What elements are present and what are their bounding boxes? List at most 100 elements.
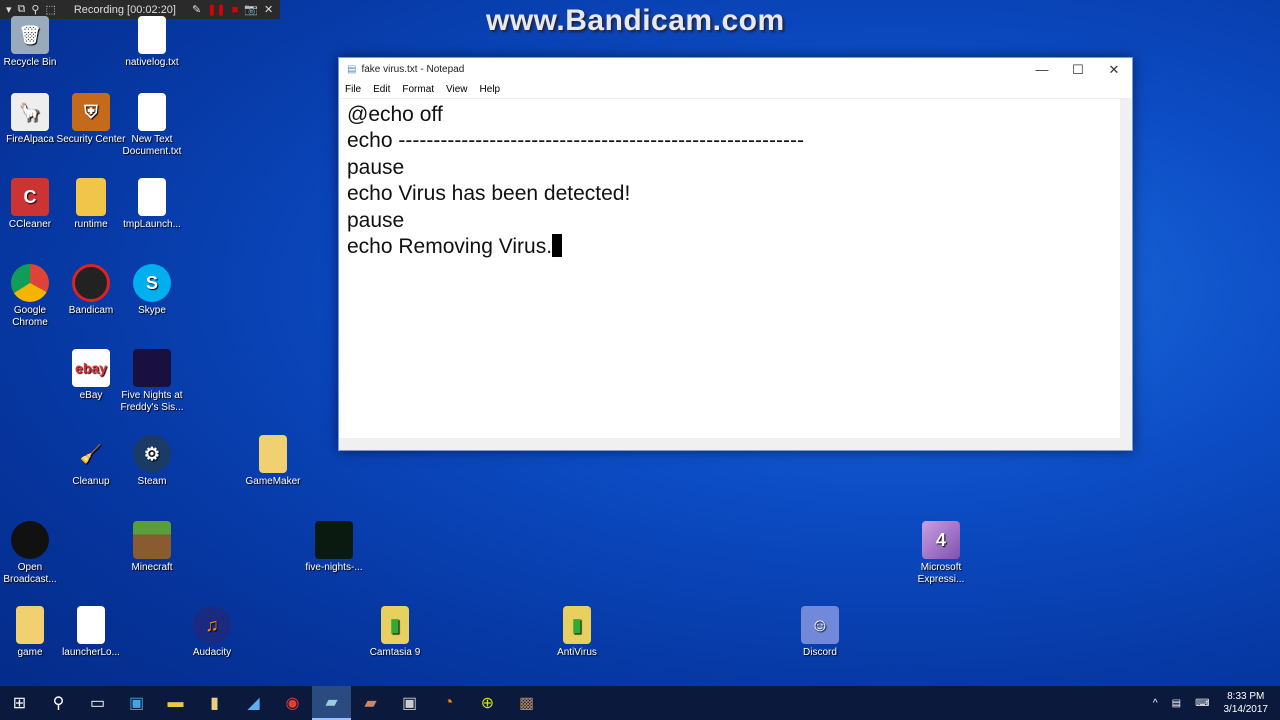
text-file-icon: [138, 93, 166, 131]
label: five-nights-...: [305, 562, 363, 573]
clock[interactable]: 8:33 PM 3/14/2017: [1224, 690, 1269, 716]
desktop-icon-fnaf[interactable]: Five Nights at Freddy's Sis...: [117, 349, 187, 414]
search-icon[interactable]: ⚲: [31, 3, 39, 16]
text-line: pause: [347, 155, 405, 179]
file-icon: [138, 178, 166, 216]
desktop-icon-launcherlo[interactable]: launcherLo...: [56, 606, 126, 659]
menu-help[interactable]: Help: [480, 84, 501, 95]
chevron-up-icon[interactable]: ^: [1153, 698, 1158, 709]
desktop-icon-tmplaunch[interactable]: tmpLaunch...: [117, 178, 187, 231]
firealpaca-icon: 🦙: [11, 93, 49, 131]
desktop-icon-bandicam[interactable]: Bandicam: [56, 264, 126, 317]
taskbar: ⊞ ⚲ ▭ ▣ ▬ ▮ ◢ ◉ ▰ ▰ ▣ ◔ ⊕ ▩ ^ ▤ ⌨ 8:33 P…: [0, 686, 1280, 720]
maximize-button[interactable]: ☐: [1060, 62, 1096, 78]
recording-status: Recording [00:02:20]: [73, 3, 176, 16]
fnaf-icon: [133, 349, 171, 387]
close-icon[interactable]: ✕: [264, 3, 273, 16]
label: Discord: [803, 647, 837, 658]
taskbar-app-green-plus[interactable]: ⊕: [468, 686, 507, 720]
taskbar-app-blender[interactable]: ◔: [429, 686, 468, 720]
label: Minecraft: [131, 562, 173, 573]
desktop-icon-ms-expression[interactable]: 4 Microsoft Expressi...: [906, 521, 976, 586]
text-line: @echo off: [347, 103, 443, 126]
vertical-scrollbar[interactable]: [1120, 99, 1132, 438]
desktop-icon-minecraft[interactable]: Minecraft: [117, 521, 187, 574]
menu-format[interactable]: Format: [402, 84, 434, 95]
taskbar-app-network[interactable]: ◢: [234, 686, 273, 720]
desktop-icon-steam[interactable]: ⚙ Steam: [117, 435, 187, 488]
notepad-icon: ▤: [347, 64, 357, 75]
text-line: echo -----------------------------------…: [347, 129, 804, 153]
window-icon[interactable]: ⧉: [18, 3, 26, 16]
desktop-icon-skype[interactable]: S Skype: [117, 264, 187, 317]
label: launcherLo...: [62, 647, 120, 658]
bandicam-icon: [72, 264, 110, 302]
camera-icon[interactable]: 📷: [244, 3, 258, 16]
folder-icon: [16, 606, 44, 644]
minimize-button[interactable]: —: [1024, 62, 1060, 78]
desktop-icon-ebay[interactable]: ebay eBay: [56, 349, 126, 402]
label: Camtasia 9: [369, 647, 421, 658]
label: game: [17, 647, 43, 658]
label: Google Chrome: [12, 305, 48, 328]
taskbar-app-chrome[interactable]: ◉: [273, 686, 312, 720]
taskbar-app-monitor[interactable]: ▣: [390, 686, 429, 720]
horizontal-scrollbar[interactable]: [339, 438, 1132, 450]
label: AntiVirus: [557, 647, 597, 658]
stop-icon[interactable]: ■: [232, 4, 239, 16]
desktop-icon-cleanup[interactable]: 🧹 Cleanup: [56, 435, 126, 488]
label: Security Center: [56, 134, 126, 145]
text-line: echo Virus has been detected!: [347, 182, 631, 206]
pencil-icon[interactable]: ✎: [192, 3, 201, 16]
label: Cleanup: [72, 476, 110, 487]
desktop-icon-camtasia[interactable]: ▮ Camtasia 9: [360, 606, 430, 659]
desktop-icon-runtime[interactable]: runtime: [56, 178, 126, 231]
taskbar-app-minecraft[interactable]: ▩: [507, 686, 546, 720]
desktop-icon-nativelog[interactable]: nativelog.txt: [117, 16, 187, 69]
steam-icon: ⚙: [133, 435, 171, 473]
label: Five Nights at Freddy's Sis...: [120, 390, 184, 413]
dropdown-icon[interactable]: ▾: [6, 3, 12, 16]
notification-icon[interactable]: ▤: [1172, 698, 1181, 709]
taskbar-app-notepad[interactable]: ▰: [312, 686, 351, 720]
audacity-icon: ♫: [193, 606, 231, 644]
keyboard-icon[interactable]: ⌨: [1195, 698, 1209, 709]
broom-icon: 🧹: [79, 444, 103, 464]
desktop-icon-audacity[interactable]: ♫ Audacity: [177, 606, 247, 659]
text-editor[interactable]: @echo off echo --------------------------…: [339, 99, 1120, 438]
desktop-icon-gamemaker[interactable]: GameMaker: [238, 435, 308, 488]
desktop-icon-new-text[interactable]: New Text Document.txt: [117, 93, 187, 158]
pause-icon[interactable]: ❚❚: [207, 3, 225, 16]
ccleaner-icon: C: [11, 178, 49, 216]
label: Steam: [137, 476, 167, 487]
text-line: pause: [347, 208, 405, 232]
desktop-icon-security-center[interactable]: ⛨ Security Center: [56, 93, 126, 146]
desktop-icon-antivirus[interactable]: ▮ AntiVirus: [542, 606, 612, 659]
start-button[interactable]: ⊞: [0, 686, 39, 720]
taskbar-app-files[interactable]: ▮: [195, 686, 234, 720]
label: nativelog.txt: [125, 57, 179, 68]
label: CCleaner: [8, 219, 52, 230]
folder-icon: ▮: [563, 606, 591, 644]
menu-view[interactable]: View: [446, 84, 468, 95]
search-button[interactable]: ⚲: [39, 686, 78, 720]
desktop-icon-discord[interactable]: ☺ Discord: [785, 606, 855, 659]
menu-file[interactable]: File: [345, 84, 361, 95]
label: GameMaker: [245, 476, 301, 487]
shield-icon: ⛨: [72, 93, 110, 131]
text-file-icon: [77, 606, 105, 644]
task-view-button[interactable]: ▭: [78, 686, 117, 720]
desktop-icon-five-nights[interactable]: five-nights-...: [299, 521, 369, 574]
title-bar[interactable]: ▤ fake virus.txt - Notepad — ☐ ✕: [339, 58, 1132, 81]
desktop-icon-obs[interactable]: Open Broadcast...: [0, 521, 65, 586]
taskbar-app-file-explorer[interactable]: ▬: [156, 686, 195, 720]
region-icon[interactable]: ⬚: [45, 3, 55, 16]
obs-icon: [11, 521, 49, 559]
taskbar-app-contacts[interactable]: ▣: [117, 686, 156, 720]
time: 8:33 PM: [1227, 691, 1265, 702]
menu-edit[interactable]: Edit: [373, 84, 390, 95]
close-button[interactable]: ✕: [1096, 62, 1132, 78]
date: 3/14/2017: [1223, 704, 1269, 715]
taskbar-app-camtasia[interactable]: ▰: [351, 686, 390, 720]
desktop-icon-recycle-bin[interactable]: 🗑 Recycle Bin: [0, 16, 65, 69]
